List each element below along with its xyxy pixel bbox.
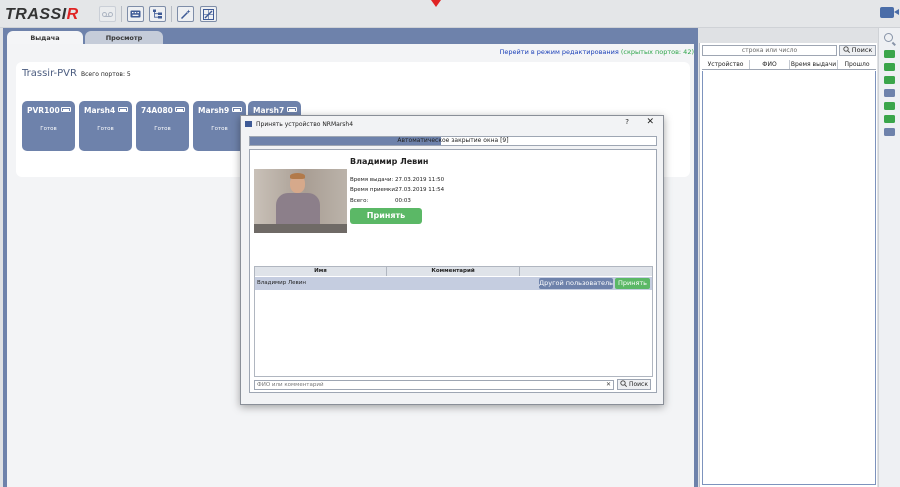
device-card[interactable]: Marsh9 Готов [193,101,246,151]
close-button[interactable]: ✕ [646,117,654,127]
list-item-name: Владимир Левин [257,280,306,286]
tree-icon[interactable] [149,6,166,22]
device-card[interactable]: 74A080 Готов [136,101,189,151]
clear-icon[interactable]: ✕ [606,381,611,389]
camera-green-icon[interactable] [884,102,895,110]
list-item[interactable]: Владимир Левин Другой пользователь Приня… [255,277,652,290]
search-icon[interactable] [884,33,893,42]
user-name: Владимир Левин [350,157,429,166]
journal-table-header: Устройство ФИО Время выдачи Прошло [702,60,876,70]
battery-icon [287,107,297,112]
journal-search: строка или число Поиск [702,45,876,57]
journal-table-body [702,71,876,485]
tab-view[interactable]: Просмотр [85,31,163,44]
side-strip [878,28,900,487]
search-icon [620,380,628,388]
column-header[interactable]: Прошло [838,60,876,69]
tab-issue[interactable]: Выдача [7,31,83,44]
device-status: Готов [154,126,171,132]
name-comment-search-input[interactable]: ФИО или комментарий ✕ [254,380,614,390]
device-card[interactable]: Marsh4 Готов [79,101,132,151]
battery-icon [232,107,242,112]
top-toolbar: TRASSIR [0,0,900,28]
accept-button[interactable]: Принять [350,208,422,224]
edit-grid-icon[interactable] [200,6,217,22]
app-window-icon [245,121,252,127]
accept-time-row: Время приемки: 27.03.2019 11:54 [350,187,445,193]
keyboard-icon[interactable] [127,6,144,22]
battery-icon [175,107,185,112]
accept-time-value: 27.03.2019 11:54 [395,187,445,193]
camera-green-icon[interactable] [884,76,895,84]
pvr-port-count: Всего портов: 5 [81,71,131,78]
battery-icon [61,107,71,112]
dialog-title: Принять устройство NRMarsh4 [245,119,353,129]
tape-icon[interactable] [99,6,116,22]
column-header-comment[interactable]: Комментарий [387,267,520,276]
device-status: Готов [211,126,228,132]
help-button[interactable]: ? [625,118,629,126]
total-time-row: Всего: 00:03 [350,198,411,204]
total-time-value: 00:03 [395,198,411,204]
device-name: Marsh9 [198,106,230,115]
column-header-name[interactable]: Имя [255,267,387,276]
accept-device-dialog: Принять устройство NRMarsh4 ? ✕ Автомати… [240,115,664,405]
row-accept-button[interactable]: Принять [615,278,650,289]
hidden-ports-count: (скрытых портов: 42) [620,48,694,56]
column-header[interactable]: Время выдачи [790,60,838,69]
device-status: Готов [40,126,57,132]
journal-panel: строка или число Поиск Устройство ФИО Вр… [699,43,877,487]
camera-blue-icon[interactable] [884,89,895,97]
column-header[interactable]: Устройство [702,60,750,69]
pvr-title: Trassir-PVR [22,68,77,79]
device-name: Marsh4 [84,106,116,115]
toolbar-divider [121,6,122,22]
magic-wand-icon[interactable] [177,6,194,22]
camera-green-icon[interactable] [884,63,895,71]
dialog-body: Владимир Левин Время выдачи: 27.03.2019 1… [249,149,657,393]
folder-icon[interactable] [884,128,895,136]
arrow-down-icon[interactable] [431,0,441,7]
search-icon [843,46,850,54]
device-card[interactable]: PVR100 Готов [22,101,75,151]
other-user-button[interactable]: Другой пользователь [539,278,613,289]
toolbar-divider [171,6,172,22]
battery-icon [118,107,128,112]
edit-mode-link[interactable]: Перейти в режим редактирования (скрытых … [500,48,694,56]
user-list: Имя Комментарий Владимир Левин Другой по… [254,266,653,377]
trassir-logo: TRASSIR [5,6,79,23]
device-name: 74A080 [141,106,173,115]
user-photo [254,169,347,233]
journal-search-button[interactable]: Поиск [839,45,876,56]
column-header-empty [520,267,652,276]
issue-time-value: 27.03.2019 11:50 [395,177,445,183]
column-header[interactable]: ФИО [750,60,790,69]
issue-time-row: Время выдачи: 27.03.2019 11:50 [350,177,445,183]
device-status: Готов [97,126,114,132]
camera-green-icon[interactable] [884,50,895,58]
camera-green-icon[interactable] [884,115,895,123]
device-name: Marsh7 [253,106,285,115]
journal-search-input[interactable]: строка или число [702,45,837,56]
auto-close-label: Автоматическое закрытие окна [9] [397,137,509,144]
auto-close-progress: Автоматическое закрытие окна [9] [249,136,657,146]
dialog-search-button[interactable]: Поиск [617,379,651,390]
video-camera-icon[interactable] [880,7,899,18]
device-name: PVR100 [27,106,60,115]
